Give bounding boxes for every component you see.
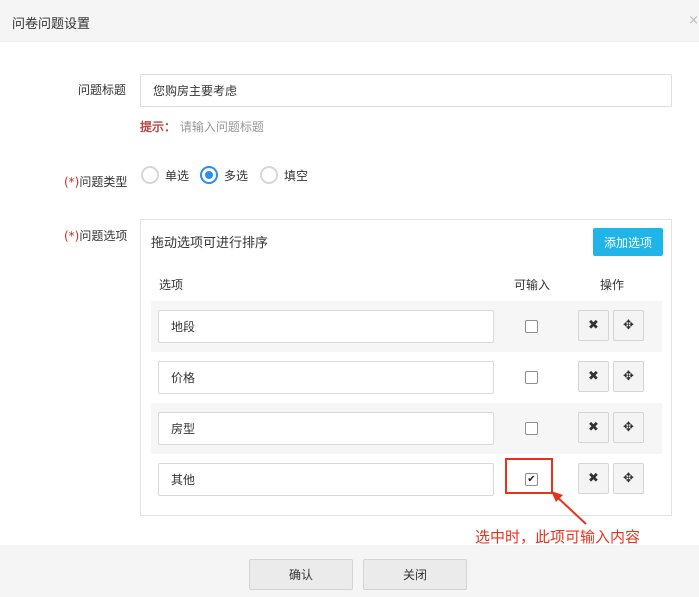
header-actions: 操作 [600,278,625,292]
close-icon[interactable]: × [688,13,699,28]
delete-icon[interactable]: ✖ [578,412,609,443]
radio-circle-checked-icon[interactable] [200,166,218,184]
dialog-footer: 确认 关闭 [0,545,699,597]
add-option-button[interactable]: 添加选项 [593,228,663,256]
radio-fill-label: 填空 [284,168,309,183]
radio-circle-icon[interactable] [260,166,278,184]
required-mark: (*) [64,229,80,243]
table-row[interactable]: ✖ ✥ [151,403,662,454]
option-input[interactable] [158,463,494,496]
delete-icon[interactable]: ✖ [578,310,609,341]
radio-single[interactable]: 单选 [141,165,189,185]
annotation-highlight-box [505,458,553,494]
header-option: 选项 [159,278,184,292]
question-title-hint: 提示： 请输入问题标题 [140,118,264,135]
table-row[interactable]: ✖ ✥ [151,301,662,352]
move-icon[interactable]: ✥ [613,412,644,443]
inputable-checkbox[interactable] [525,320,538,333]
radio-multi[interactable]: 多选 [200,165,248,185]
inputable-checkbox[interactable] [525,371,538,384]
move-icon[interactable]: ✥ [613,463,644,494]
radio-multi-label: 多选 [224,168,249,183]
question-options-label: (*)问题选项 [64,229,128,243]
move-icon[interactable]: ✥ [613,310,644,341]
close-button[interactable]: 关闭 [363,559,467,590]
radio-fill[interactable]: 填空 [260,165,308,185]
option-input[interactable] [158,310,494,343]
table-row[interactable]: ✖ ✥ [151,352,662,403]
panel-title: 拖动选项可进行排序 [151,236,269,251]
option-input[interactable] [158,361,494,394]
annotation-text: 选中时，此项可输入内容 [475,528,641,546]
move-icon[interactable]: ✥ [613,361,644,392]
confirm-button[interactable]: 确认 [249,559,353,590]
dialog-titlebar: 问卷问题设置 × [0,0,699,42]
question-title-label: 问题标题 [78,83,127,97]
dialog-title: 问卷问题设置 [12,17,91,32]
options-panel: 拖动选项可进行排序 添加选项 选项 可输入 操作 ✖ ✥ ✖ ✥ ✖ ✥ ✔ ✖… [140,219,672,516]
radio-circle-icon[interactable] [141,166,159,184]
hint-key: 提示： [140,120,177,134]
question-title-input[interactable] [140,74,672,107]
annotation-arrow-icon [551,491,587,525]
delete-icon[interactable]: ✖ [578,361,609,392]
radio-single-label: 单选 [165,168,190,183]
hint-text: 请输入问题标题 [179,120,264,134]
option-input[interactable] [158,412,494,445]
required-mark: (*) [64,175,80,189]
header-inputable: 可输入 [514,278,551,292]
inputable-checkbox[interactable] [525,422,538,435]
question-type-label: (*)问题类型 [64,175,128,189]
